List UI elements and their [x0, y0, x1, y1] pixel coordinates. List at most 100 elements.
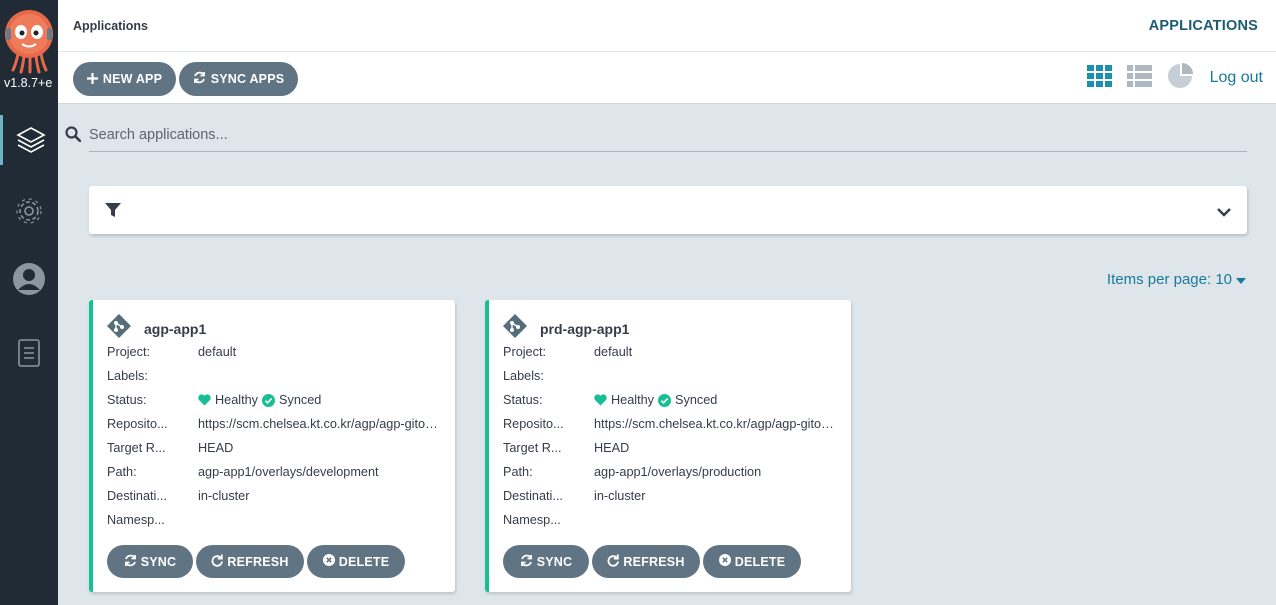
- status-key: Status:: [107, 393, 147, 407]
- namespace-row: Namesp...: [107, 508, 443, 532]
- labels-key: Labels:: [107, 369, 148, 383]
- summary-pie-icon[interactable]: [1167, 63, 1193, 89]
- sync-icon: [193, 71, 206, 87]
- status-row: Status: Healthy Synced: [503, 388, 839, 412]
- check-circle-icon: [658, 393, 672, 407]
- nav-docs[interactable]: [0, 328, 58, 378]
- repository-key: Reposito...: [503, 417, 564, 431]
- app-card[interactable]: prd-agp-app1 Project: default Labels: Sta…: [485, 300, 851, 592]
- status-row: Status: Healthy Synced: [107, 388, 443, 412]
- refresh-label: REFRESH: [227, 554, 289, 569]
- sidebar: v1.8.7+e: [0, 0, 58, 605]
- items-per-page-label: Items per page: 10: [1106, 271, 1232, 288]
- heart-icon: [594, 394, 607, 406]
- repository-value[interactable]: https://scm.chelsea.kt.co.kr/agp/agp-git…: [594, 417, 839, 431]
- project-row: Project: default: [107, 340, 443, 364]
- namespace-row: Namesp...: [503, 508, 839, 532]
- delete-label: DELETE: [734, 554, 786, 569]
- settings-icon: [16, 198, 42, 224]
- repository-value[interactable]: https://scm.chelsea.kt.co.kr/agp/agp-git…: [198, 417, 443, 431]
- search-bar: [58, 104, 1276, 164]
- labels-row: Labels:: [503, 364, 839, 388]
- namespace-key: Namesp...: [503, 513, 561, 527]
- app-card[interactable]: agp-app1 Project: default Labels: Status:…: [89, 300, 455, 592]
- status-key: Status:: [503, 393, 543, 407]
- repository-key: Reposito...: [107, 417, 168, 431]
- new-app-label: NEW APP: [102, 72, 163, 86]
- sync-status: Synced: [279, 393, 322, 407]
- nav-settings[interactable]: [0, 186, 58, 236]
- caret-down-icon: [1236, 271, 1246, 288]
- tiles-view-icon[interactable]: [1086, 63, 1112, 89]
- path-key: Path:: [503, 465, 533, 479]
- nav-user-info[interactable]: [0, 254, 58, 304]
- toolbar: NEW APP SYNC APPS Log out: [58, 52, 1276, 104]
- app-name[interactable]: agp-app1: [144, 321, 206, 337]
- target-revision-row: Target R... HEAD: [503, 436, 839, 460]
- list-view-icon[interactable]: [1126, 63, 1152, 89]
- git-icon: [106, 313, 132, 343]
- target-revision-row: Target R... HEAD: [107, 436, 443, 460]
- project-key: Project:: [107, 345, 151, 359]
- delete-button[interactable]: DELETE: [703, 545, 801, 578]
- filter-bar[interactable]: [89, 186, 1247, 234]
- repository-row: Reposito... https://scm.chelsea.kt.co.kr/…: [503, 412, 839, 436]
- breadcrumb: APPLICATIONS: [1148, 18, 1258, 34]
- labels-row: Labels:: [107, 364, 443, 388]
- health-status: Healthy: [215, 393, 259, 407]
- project-value: default: [198, 345, 237, 359]
- sync-apps-label: SYNC APPS: [210, 72, 285, 86]
- new-app-button[interactable]: NEW APP: [73, 62, 176, 96]
- app-name[interactable]: prd-agp-app1: [540, 321, 629, 337]
- version-label: v1.8.7+e: [4, 76, 53, 90]
- delete-icon: [322, 554, 335, 569]
- project-key: Project:: [503, 345, 547, 359]
- path-row: Path: agp-app1/overlays/production: [503, 460, 839, 484]
- target-key: Target R...: [107, 441, 166, 455]
- sync-button[interactable]: SYNC: [107, 545, 193, 578]
- health-status: Healthy: [611, 393, 655, 407]
- plus-icon: [86, 72, 98, 87]
- delete-label: DELETE: [338, 554, 390, 569]
- git-icon: [502, 313, 528, 343]
- heart-icon: [198, 394, 211, 406]
- target-key: Target R...: [503, 441, 562, 455]
- delete-icon: [718, 554, 731, 569]
- namespace-key: Namesp...: [107, 513, 165, 527]
- page-title: Applications: [73, 19, 149, 33]
- project-row: Project: default: [503, 340, 839, 364]
- refresh-icon: [211, 554, 224, 570]
- sync-label: SYNC: [140, 554, 177, 569]
- delete-button[interactable]: DELETE: [307, 545, 405, 578]
- top-header: Applications APPLICATIONS: [58, 0, 1276, 52]
- argo-logo[interactable]: [4, 8, 54, 74]
- refresh-label: REFRESH: [623, 554, 685, 569]
- user-icon: [13, 263, 45, 295]
- chevron-down-icon[interactable]: [1217, 204, 1231, 222]
- nav-applications[interactable]: [0, 115, 58, 165]
- target-value: HEAD: [198, 441, 234, 455]
- sync-apps-button[interactable]: SYNC APPS: [179, 62, 298, 96]
- sync-label: SYNC: [536, 554, 573, 569]
- refresh-button[interactable]: REFRESH: [196, 545, 304, 578]
- sync-button[interactable]: SYNC: [503, 545, 589, 578]
- logout-link[interactable]: Log out: [1210, 69, 1263, 87]
- path-value: agp-app1/overlays/development: [198, 465, 379, 479]
- docs-icon: [18, 339, 40, 367]
- refresh-button[interactable]: REFRESH: [592, 545, 700, 578]
- items-per-page-dropdown[interactable]: Items per page: 10: [1107, 271, 1246, 288]
- sync-icon: [124, 554, 137, 570]
- sync-icon: [520, 554, 533, 570]
- path-row: Path: agp-app1/overlays/development: [107, 460, 443, 484]
- search-input[interactable]: [89, 118, 1247, 152]
- path-value: agp-app1/overlays/production: [594, 465, 762, 479]
- check-circle-icon: [262, 393, 276, 407]
- labels-key: Labels:: [503, 369, 544, 383]
- status-value: Healthy Synced: [198, 393, 443, 407]
- destination-key: Destinati...: [503, 489, 563, 503]
- path-key: Path:: [107, 465, 137, 479]
- destination-value: in-cluster: [594, 489, 646, 503]
- filter-icon: [105, 202, 121, 223]
- project-value: default: [594, 345, 633, 359]
- destination-row: Destinati... in-cluster: [107, 484, 443, 508]
